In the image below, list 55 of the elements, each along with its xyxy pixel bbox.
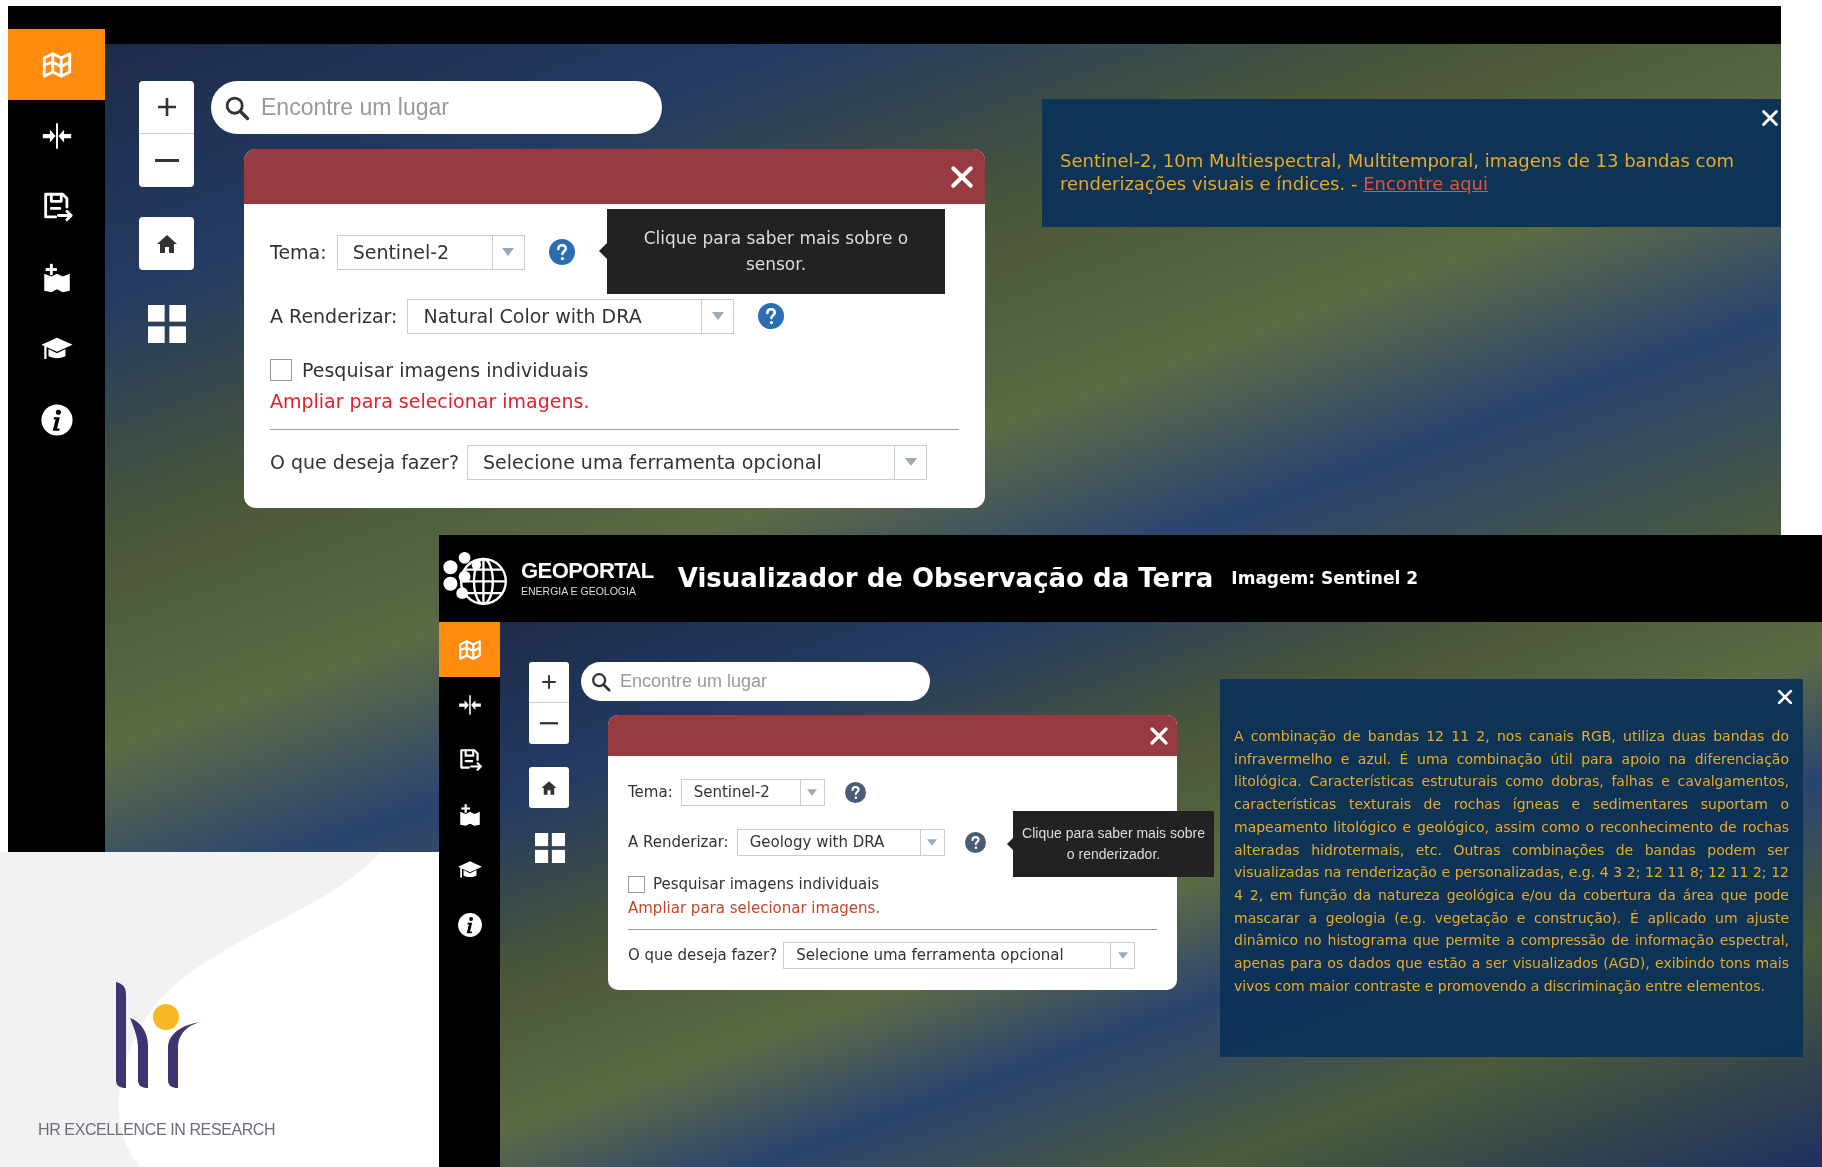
checkbox-label: Pesquisar imagens individuais <box>653 874 880 895</box>
logo-title: GEOPORTAL <box>521 560 654 583</box>
field-label: Tema: <box>628 781 673 803</box>
theme-dropdown[interactable]: Sentinel-2 <box>680 778 825 806</box>
tooltip-pointer-icon <box>599 243 607 259</box>
tool-dropdown[interactable]: Selecione uma ferramenta opcional <box>467 444 928 480</box>
info-icon <box>39 402 74 437</box>
grid-icon[interactable] <box>148 305 186 343</box>
search-field[interactable]: Encontre um lugar <box>581 662 930 701</box>
field-label: A Renderizar: <box>270 303 398 329</box>
tooltip-pointer-icon <box>1007 838 1013 850</box>
search-field[interactable]: Encontre um lugar <box>211 81 662 134</box>
logo-subtitle: ENERGIA E GEOLOGIA <box>521 586 637 597</box>
plus-icon <box>540 673 558 691</box>
search-input[interactable]: Encontre um lugar <box>620 668 921 695</box>
home-button[interactable] <box>529 767 569 808</box>
caret-icon <box>1117 951 1128 959</box>
theme-dropdown[interactable]: Sentinel-2 <box>336 234 525 270</box>
search-input[interactable]: Encontre um lugar <box>261 90 650 125</box>
checkbox[interactable] <box>628 875 645 893</box>
image-subtitle: Imagem: Sentinel 2 <box>1231 566 1419 590</box>
warning-text: Ampliar para selecionar imagens. <box>628 897 882 919</box>
field-label: O que deseja fazer? <box>270 449 460 475</box>
help-icon[interactable] <box>548 239 575 265</box>
search-icon <box>590 670 612 693</box>
caret-icon <box>807 788 818 796</box>
checkbox[interactable] <box>270 359 292 382</box>
badge-text: HR EXCELLENCE IN RESEARCH <box>38 1120 276 1140</box>
help-icon[interactable] <box>964 831 986 853</box>
warning-text: Ampliar para selecionar imagens. <box>270 388 591 414</box>
close-icon[interactable] <box>1759 107 1781 129</box>
info-icon <box>456 911 483 938</box>
field-label: O que deseja fazer? <box>628 944 778 966</box>
tooltip: Clique para saber mais sobre o renderizador. <box>1013 811 1214 877</box>
tool-dropdown[interactable]: Selecione uma ferramenta opcional <box>783 941 1136 969</box>
minus-icon <box>154 159 179 162</box>
info-text: Sentinel-2, 10m Multiespectral, Multitemporal, imagens de 13 bandas com renderizações visuais e índices. - Encontre aqui <box>1060 149 1736 196</box>
help-icon[interactable] <box>844 781 866 803</box>
caret-icon <box>927 838 938 846</box>
field-label: A Renderizar: <box>628 831 729 853</box>
close-icon[interactable] <box>1775 687 1795 707</box>
renderer-dropdown[interactable]: Natural Color with DRA <box>407 298 735 334</box>
field-label: Tema: <box>270 239 327 265</box>
grid-icon[interactable] <box>535 833 565 863</box>
info-text: A combinação de bandas 12 11 2, nos canais RGB, utiliza duas bandas do infravermelho e azul. É uma combinação útil para apoio na diferenciação litológica. Características estruturais como dobras, falhas e cavalgamentos, características texturais de rochas ígneas e sedimentares suportam o mapeamento litológico e geológico, assim como o reconhecimento de rochas alteradas hidrotermais, etc. Outras combinações de bandas podem ser visualizadas na renderização e personalizadas, e.g. 4 3 2; 12 11 8; 12 11 2; 12 4 2, em função da natureza geológica e/ou da cobertura da área que pode mascarar a geologia (e.g. vegetação e construção). É aplicado um ajuste dinâmico no histograma que permite a compressão de informação espectral, apenas para os dados que estão a ser visualizados (AGD), exibindo tons mais vivos com maior contraste e promovendo a discriminação entre elementos. <box>1234 727 1789 996</box>
tooltip: Clique para saber mais sobre o sensor. <box>607 209 945 294</box>
help-icon[interactable] <box>758 303 785 329</box>
caret-icon <box>904 458 917 466</box>
minus-icon <box>540 722 558 725</box>
home-button[interactable] <box>139 217 194 270</box>
app-title: Visualizador de Observação da Terra <box>677 562 1214 595</box>
checkbox-label: Pesquisar imagens individuais <box>302 358 589 383</box>
caret-icon <box>711 312 724 320</box>
renderer-dropdown[interactable]: Geology with DRA <box>736 828 945 856</box>
caret-icon <box>502 248 515 256</box>
